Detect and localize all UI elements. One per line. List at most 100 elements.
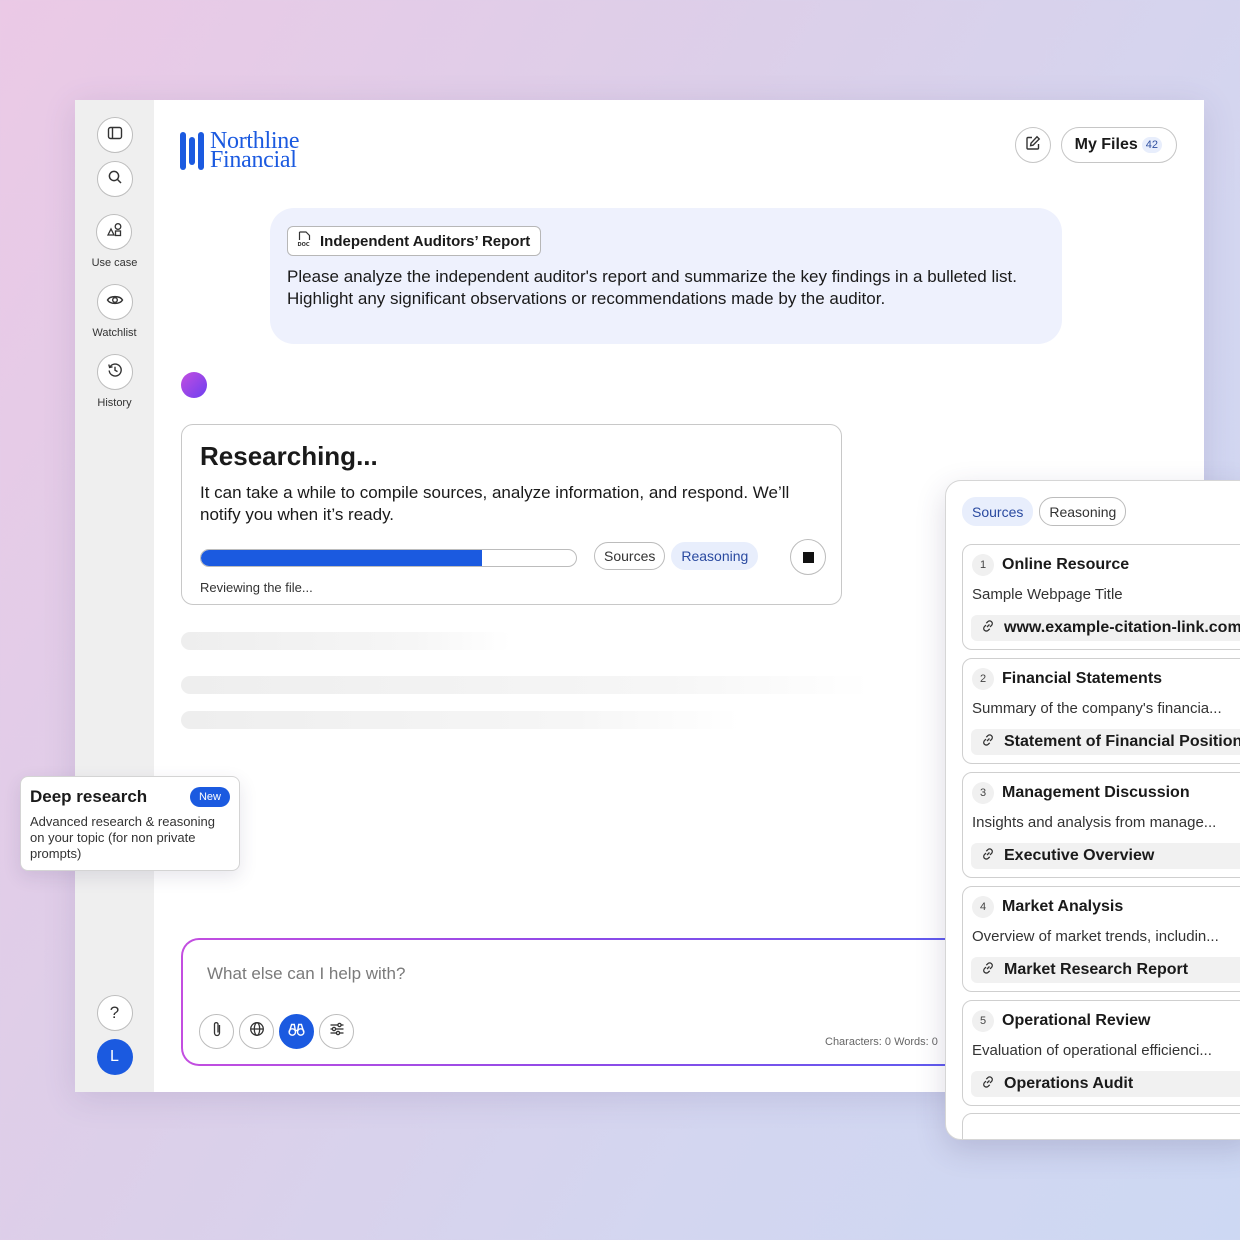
research-tabs: Sources Reasoning bbox=[594, 542, 759, 570]
source-description: Evaluation of operational efficienci... bbox=[972, 1042, 1212, 1059]
use-case-icon bbox=[106, 221, 123, 243]
source-number: 1 bbox=[972, 554, 994, 576]
chat-composer: Characters: 0 Words: 0 bbox=[181, 938, 981, 1066]
deep-research-description: Advanced research & reasoning on your to… bbox=[30, 814, 216, 861]
source-number: 4 bbox=[972, 896, 994, 918]
source-description: Summary of the company's financia... bbox=[972, 700, 1222, 717]
my-files-button[interactable]: My Files 42 bbox=[1060, 127, 1177, 163]
research-status-card: Researching... It can take a while to co… bbox=[181, 424, 842, 605]
files-count-badge: 42 bbox=[1141, 137, 1162, 153]
assistant-status-orb bbox=[181, 372, 207, 398]
my-files-label: My Files bbox=[1074, 136, 1138, 153]
source-link[interactable]: www.example-citation-link.com bbox=[971, 615, 1240, 641]
source-number: 3 bbox=[972, 782, 994, 804]
source-link[interactable]: Executive Overview bbox=[971, 843, 1240, 869]
globe-icon bbox=[249, 1021, 265, 1042]
loading-skeleton-line bbox=[181, 632, 511, 650]
paperclip-icon bbox=[210, 1020, 224, 1043]
source-link-text: Market Research Report bbox=[1004, 961, 1189, 978]
source-header: 5 Operational Review bbox=[972, 1010, 1151, 1032]
header-actions: My Files 42 bbox=[1014, 127, 1177, 163]
link-icon bbox=[980, 1074, 996, 1095]
panel-toggle-button[interactable] bbox=[96, 117, 133, 153]
source-link[interactable]: Statement of Financial Position bbox=[971, 729, 1240, 755]
link-icon bbox=[980, 960, 996, 981]
sidebar-item-history[interactable]: History bbox=[96, 354, 133, 409]
source-link-text: Executive Overview bbox=[1004, 847, 1155, 864]
avatar[interactable]: L bbox=[96, 1039, 133, 1075]
link-icon bbox=[980, 618, 996, 639]
source-header: 1 Online Resource bbox=[972, 554, 1129, 576]
message-input[interactable] bbox=[207, 964, 907, 984]
composer-body: Characters: 0 Words: 0 bbox=[183, 940, 979, 1064]
source-number: 5 bbox=[972, 1010, 994, 1032]
sidebar: Use case Watchlist History ? L bbox=[75, 100, 154, 1092]
source-link[interactable]: Operations Audit bbox=[971, 1071, 1240, 1097]
panel-tab-reasoning[interactable]: Reasoning bbox=[1039, 497, 1127, 526]
help-button[interactable]: ? bbox=[96, 995, 133, 1031]
sidebar-item-label: History bbox=[97, 397, 132, 409]
progress-row: Reviewing the file... Sources Reasoning bbox=[200, 539, 830, 595]
history-button[interactable] bbox=[96, 354, 133, 390]
sliders-icon bbox=[329, 1022, 345, 1041]
use-case-button[interactable] bbox=[96, 214, 133, 250]
stop-button[interactable] bbox=[790, 539, 826, 575]
user-prompt-message: DOC Independent Auditors’ Report Please … bbox=[270, 208, 1062, 344]
web-search-button[interactable] bbox=[239, 1014, 274, 1049]
source-title: Operational Review bbox=[1002, 1012, 1151, 1029]
search-icon bbox=[107, 169, 123, 190]
history-icon bbox=[107, 362, 123, 383]
source-description: Sample Webpage Title bbox=[972, 586, 1123, 603]
panel-tab-sources[interactable]: Sources bbox=[962, 497, 1034, 526]
attach-button[interactable] bbox=[199, 1014, 234, 1049]
source-card[interactable]: 3 Management Discussion Insights and ana… bbox=[962, 772, 1240, 878]
source-card[interactable]: 1 Online Resource Sample Webpage Title w… bbox=[962, 544, 1240, 650]
source-header: 4 Market Analysis bbox=[972, 896, 1123, 918]
progress-fill bbox=[201, 550, 483, 566]
deep-research-header: Deep research New bbox=[30, 787, 230, 807]
source-title: Financial Statements bbox=[1002, 670, 1163, 687]
attachment-chip[interactable]: DOC Independent Auditors’ Report bbox=[287, 226, 542, 256]
tab-reasoning[interactable]: Reasoning bbox=[671, 542, 759, 570]
deep-research-title: Deep research bbox=[30, 787, 148, 806]
edit-icon bbox=[1025, 135, 1041, 156]
sources-panel: Sources Reasoning 1 Online Resource Samp… bbox=[945, 480, 1240, 1140]
watchlist-button[interactable] bbox=[96, 284, 133, 320]
attachment-name: Independent Auditors’ Report bbox=[320, 232, 531, 250]
source-title: Market Analysis bbox=[1002, 898, 1124, 915]
link-icon bbox=[980, 846, 996, 867]
panel-toggle-icon bbox=[107, 125, 123, 146]
progress-status: Reviewing the file... bbox=[200, 580, 313, 595]
character-word-counter: Characters: 0 Words: 0 bbox=[825, 1036, 938, 1048]
settings-button[interactable] bbox=[319, 1014, 354, 1049]
search-button[interactable] bbox=[96, 161, 133, 197]
source-title: Management Discussion bbox=[1002, 784, 1190, 801]
eye-icon bbox=[106, 293, 124, 312]
composer-tools bbox=[199, 1014, 354, 1049]
research-title: Researching... bbox=[200, 441, 378, 471]
source-card[interactable]: 2 Financial Statements Summary of the co… bbox=[962, 658, 1240, 764]
svg-text:DOC: DOC bbox=[298, 242, 310, 247]
brand-logo: Northline Financial bbox=[180, 129, 300, 172]
source-link[interactable]: Market Research Report bbox=[971, 957, 1240, 983]
new-badge: New bbox=[189, 787, 230, 807]
source-card[interactable]: 4 Market Analysis Overview of market tre… bbox=[962, 886, 1240, 992]
source-description: Insights and analysis from manage... bbox=[972, 814, 1217, 831]
progress-bar bbox=[200, 549, 577, 567]
source-card[interactable]: 5 Operational Review Evaluation of opera… bbox=[962, 1000, 1240, 1106]
logo-mark-icon bbox=[180, 132, 204, 170]
tab-sources[interactable]: Sources bbox=[594, 542, 666, 570]
research-description: It can take a while to compile sources, … bbox=[200, 483, 790, 524]
source-header: 2 Financial Statements bbox=[972, 668, 1162, 690]
loading-skeleton-line bbox=[181, 711, 741, 729]
source-header: 3 Management Discussion bbox=[972, 782, 1190, 804]
new-chat-button[interactable] bbox=[1014, 127, 1051, 163]
binoculars-icon bbox=[288, 1022, 305, 1042]
deep-research-button[interactable] bbox=[279, 1014, 314, 1049]
document-icon: DOC bbox=[297, 231, 312, 251]
sidebar-item-label: Watchlist bbox=[92, 327, 137, 339]
sidebar-item-use-case[interactable]: Use case bbox=[92, 214, 137, 269]
sidebar-item-watchlist[interactable]: Watchlist bbox=[92, 284, 137, 339]
source-title: Online Resource bbox=[1002, 556, 1130, 573]
source-link-text: www.example-citation-link.com bbox=[1004, 619, 1240, 636]
